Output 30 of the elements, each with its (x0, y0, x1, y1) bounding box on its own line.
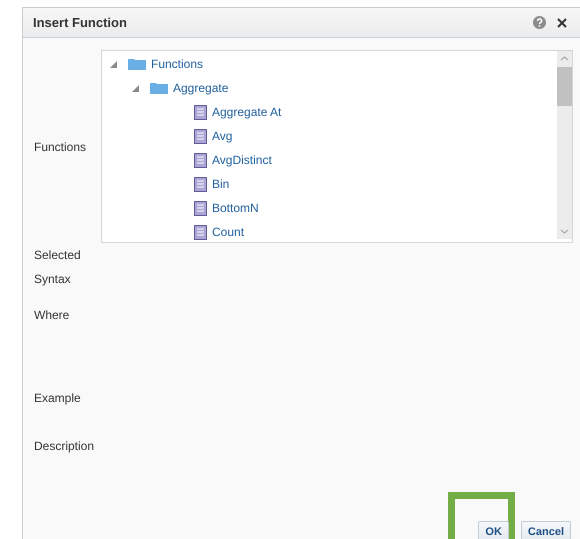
dialog-button[interactable]: Cancel (520, 520, 571, 539)
field-label: Where (34, 307, 70, 324)
field-label: Description (34, 438, 96, 455)
function-icon (194, 200, 207, 216)
field-label: Selected (34, 247, 82, 264)
tree-item[interactable]: Aggregate (173, 79, 228, 97)
function-icon (194, 176, 207, 192)
close-icon[interactable] (557, 18, 567, 28)
function-icon (194, 152, 207, 168)
help-icon[interactable] (533, 16, 546, 29)
tree-item[interactable]: Count (212, 223, 244, 241)
tree-item[interactable]: Avg (212, 127, 232, 145)
field-label: Syntax (34, 271, 72, 288)
tree-item[interactable]: Functions (151, 55, 204, 73)
window-title: Insert Function (33, 14, 127, 32)
tree-item[interactable]: Bin (212, 175, 230, 193)
field-label: Functions (34, 138, 86, 156)
collapse-triangle-icon[interactable] (132, 84, 139, 92)
scrollbar[interactable] (557, 51, 572, 239)
function-icon (194, 128, 207, 144)
tree-item[interactable]: BottomN (212, 199, 259, 217)
folder-icon (128, 58, 146, 70)
folder-icon (150, 82, 168, 94)
collapse-triangle-icon[interactable] (110, 60, 117, 68)
tree-item[interactable]: Aggregate At (212, 103, 282, 121)
function-icon (194, 104, 207, 120)
function-icon (194, 224, 207, 240)
field-label: Example (34, 390, 82, 407)
dialog-button[interactable]: OK (478, 520, 509, 539)
tree-item[interactable]: AvgDistinct (212, 151, 272, 169)
